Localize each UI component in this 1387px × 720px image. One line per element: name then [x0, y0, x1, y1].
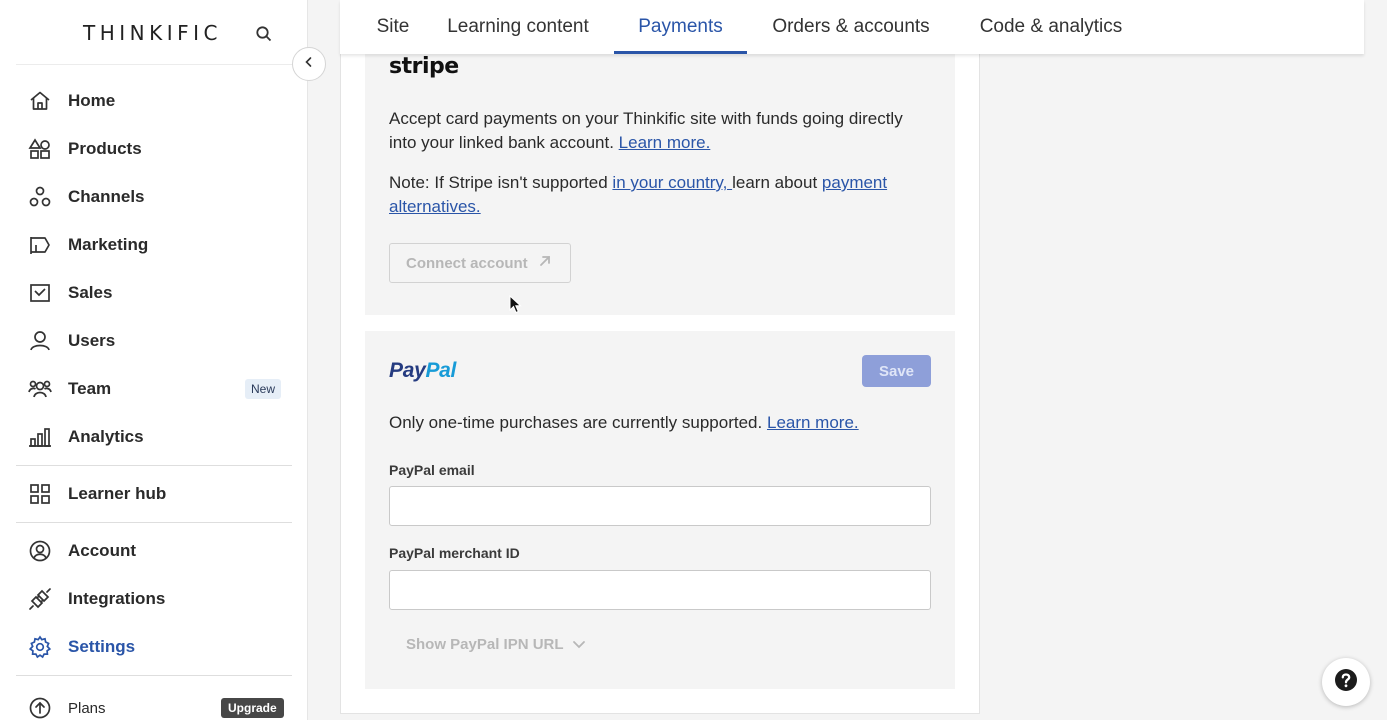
ipn-toggle-label: Show PayPal IPN URL: [406, 636, 564, 653]
paypal-description-text: Only one-time purchases are currently su…: [389, 413, 763, 432]
plans-icon: [28, 696, 52, 720]
settings-tabbar: Site Learning content Payments Orders & …: [340, 0, 1364, 54]
sidebar-item-marketing[interactable]: Marketing: [0, 225, 300, 265]
mouse-cursor-icon: [509, 294, 523, 315]
sidebar-item-label: Products: [68, 139, 142, 158]
sidebar-item-label: Settings: [68, 637, 136, 656]
sidebar-item-label: Plans: [68, 699, 106, 717]
users-icon: [28, 329, 52, 353]
team-icon: [28, 377, 52, 401]
collapse-sidebar-button[interactable]: [292, 47, 326, 81]
tab-payments[interactable]: Payments: [614, 0, 747, 54]
products-icon: [28, 137, 52, 161]
connect-account-label: Connect account: [406, 254, 528, 272]
sidebar-item-label: Team: [68, 379, 112, 398]
connect-account-button[interactable]: Connect account: [389, 243, 571, 283]
paypal-merchant-id-input[interactable]: [389, 570, 931, 610]
sidebar-item-label: Users: [68, 331, 116, 350]
stripe-card: stripe Accept card payments on your Thin…: [365, 40, 955, 315]
divider: [16, 522, 292, 523]
save-button[interactable]: Save: [862, 355, 931, 387]
country-link[interactable]: in your country,: [612, 173, 732, 192]
stripe-logo: stripe: [389, 54, 459, 79]
divider: [16, 675, 292, 676]
sidebar-item-team[interactable]: Team New: [0, 369, 300, 409]
tab-learning-content[interactable]: Learning content: [444, 0, 592, 54]
learner-hub-icon: [28, 482, 52, 506]
sidebar-item-analytics[interactable]: Analytics: [0, 417, 300, 457]
paypal-email-input[interactable]: [389, 486, 931, 526]
sidebar-item-label: Sales: [68, 283, 113, 302]
sales-icon: [28, 281, 52, 305]
gear-icon: [28, 635, 52, 659]
stripe-note-middle: learn about: [732, 173, 822, 192]
sidebar-item-account[interactable]: Account: [0, 531, 300, 571]
sidebar-item-users[interactable]: Users: [0, 321, 300, 361]
sidebar: THINKIFIC Home Products Channels Marketi…: [0, 0, 308, 720]
sidebar-item-sales[interactable]: Sales: [0, 273, 300, 313]
paypal-logo: PayPal: [389, 359, 456, 383]
divider: [16, 465, 292, 466]
marketing-icon: [28, 233, 52, 257]
paypal-email-label: PayPal email: [389, 462, 475, 478]
tab-code-analytics[interactable]: Code & analytics: [976, 0, 1126, 54]
logo-row: THINKIFIC: [0, 18, 308, 48]
channels-icon: [28, 185, 52, 209]
sidebar-item-home[interactable]: Home: [0, 81, 300, 121]
sidebar-item-products[interactable]: Products: [0, 129, 300, 169]
paypal-learn-more-link[interactable]: Learn more.: [767, 413, 859, 432]
sidebar-item-learner-hub[interactable]: Learner hub: [0, 474, 300, 514]
analytics-icon: [28, 425, 52, 449]
stripe-note-text: Note: If Stripe isn't supported: [389, 173, 613, 192]
paypal-description: Only one-time purchases are currently su…: [389, 411, 934, 435]
paypal-logo-pal: Pal: [425, 359, 457, 382]
chevron-left-icon: [304, 55, 314, 73]
sidebar-item-label: Marketing: [68, 235, 149, 254]
integrations-icon: [28, 587, 52, 611]
stripe-description: Accept card payments on your Thinkific s…: [389, 107, 934, 155]
chevron-down-icon: [572, 636, 586, 653]
account-icon: [28, 539, 52, 563]
sidebar-item-plans[interactable]: Plans Upgrade: [0, 688, 300, 720]
thinkific-logo[interactable]: THINKIFIC: [83, 21, 222, 45]
sidebar-item-channels[interactable]: Channels: [0, 177, 300, 217]
paypal-merchant-id-label: PayPal merchant ID: [389, 545, 520, 561]
home-icon: [28, 89, 52, 113]
upgrade-badge[interactable]: Upgrade: [221, 698, 284, 718]
sidebar-item-settings[interactable]: Settings: [0, 627, 300, 667]
help-button[interactable]: [1322, 658, 1370, 706]
tab-orders-accounts[interactable]: Orders & accounts: [768, 0, 934, 54]
sidebar-item-label: Analytics: [68, 427, 144, 446]
divider: [16, 64, 292, 65]
show-ipn-url-toggle[interactable]: Show PayPal IPN URL: [406, 636, 586, 653]
tab-site[interactable]: Site: [364, 0, 422, 54]
paypal-logo-pay: Pay: [389, 359, 426, 382]
sidebar-item-label: Account: [68, 541, 136, 560]
stripe-note: Note: If Stripe isn't supported in your …: [389, 171, 934, 219]
sidebar-item-label: Channels: [68, 187, 145, 206]
sidebar-item-label: Home: [68, 91, 116, 110]
sidebar-item-label: Integrations: [68, 589, 166, 608]
external-link-icon: [538, 254, 552, 272]
stripe-learn-more-link[interactable]: Learn more.: [619, 133, 711, 152]
sidebar-item-integrations[interactable]: Integrations: [0, 579, 300, 619]
sidebar-item-label: Learner hub: [68, 484, 167, 503]
search-icon[interactable]: [255, 25, 273, 43]
new-badge: New: [245, 379, 282, 399]
question-mark-icon: [1334, 668, 1358, 697]
paypal-card: PayPal Save Only one-time purchases are …: [365, 331, 955, 689]
